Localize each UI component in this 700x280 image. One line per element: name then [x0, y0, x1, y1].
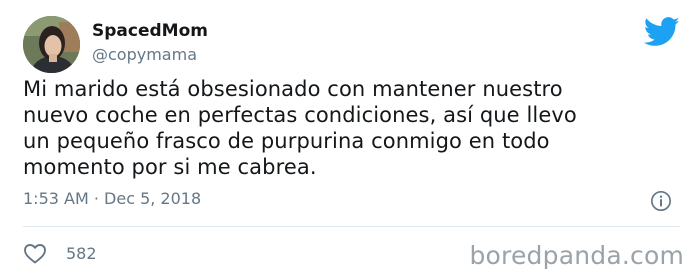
tweet-card: SpacedMom @copymama Mi marido está obses… [0, 0, 700, 280]
heart-icon [24, 244, 46, 264]
tweet-timestamp[interactable]: 1:53 AM · Dec 5, 2018 [23, 189, 201, 208]
twitter-bird-icon[interactable] [644, 17, 680, 47]
avatar[interactable] [23, 16, 80, 73]
divider [23, 226, 680, 227]
watermark: boredpanda.com [469, 241, 684, 270]
tweet-text: Mi marido está obsesionado con mantener … [23, 77, 577, 179]
like-button[interactable]: 582 [23, 238, 97, 268]
avatar-photo [23, 16, 80, 73]
user-handle[interactable]: @copymama [92, 45, 197, 64]
info-icon[interactable] [650, 190, 672, 212]
display-name[interactable]: SpacedMom [92, 21, 208, 41]
like-count: 582 [66, 243, 97, 263]
